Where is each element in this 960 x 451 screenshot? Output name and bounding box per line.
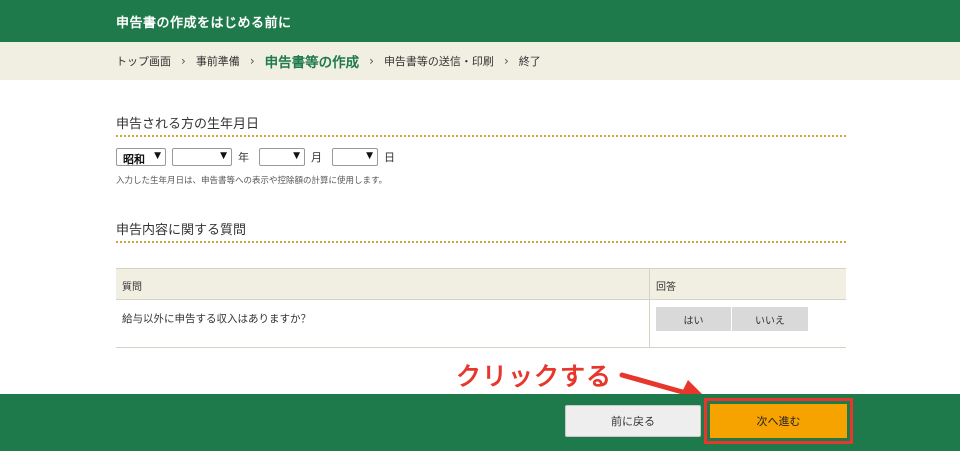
column-header-question: 質問 — [122, 282, 142, 293]
chevron-right-icon: › — [249, 54, 255, 68]
section-divider — [116, 135, 846, 137]
day-unit-label: 日 — [384, 151, 395, 164]
era-select-value: 昭和 — [123, 153, 145, 166]
section-divider — [116, 241, 846, 243]
birthdate-fields: 昭和 ▼ ▼ 年 ▼ 月 ▼ 日 — [116, 148, 405, 166]
era-select[interactable]: 昭和 ▼ — [116, 148, 166, 166]
chevron-right-icon: › — [369, 54, 374, 68]
year-unit-label: 年 — [238, 151, 249, 164]
question-text: 給与以外に申告する収入はありますか？ — [122, 313, 311, 325]
dob-usage-note: 入力した生年月日は、申告書等への表示や控除額の計算に使用します。 — [116, 176, 388, 186]
back-button[interactable]: 前に戻る — [565, 405, 701, 437]
breadcrumb-step-top: トップ画面 — [116, 55, 171, 68]
click-annotation-label: クリックする — [456, 362, 613, 391]
header-bar: 申告書の作成をはじめる前に — [0, 0, 960, 42]
chevron-right-icon: › — [503, 54, 509, 68]
chevron-down-icon: ▼ — [366, 151, 373, 161]
column-header-answer: 回答 — [656, 282, 676, 293]
chevron-down-icon: ▼ — [220, 151, 227, 161]
chevron-down-icon: ▼ — [293, 151, 300, 161]
table-header: 質問 回答 — [116, 269, 846, 300]
answer-no-button[interactable]: いいえ — [732, 307, 808, 331]
month-unit-label: 月 — [311, 151, 322, 164]
next-button[interactable]: 次へ進む — [710, 404, 847, 438]
day-select[interactable]: ▼ — [332, 148, 378, 166]
column-divider — [649, 269, 650, 348]
month-select[interactable]: ▼ — [259, 148, 305, 166]
chevron-down-icon: ▼ — [154, 151, 161, 161]
answer-yes-button[interactable]: はい — [656, 307, 731, 331]
breadcrumb-step-send-print: 申告書等の送信・印刷 — [383, 55, 494, 68]
question-table: 質問 回答 給与以外に申告する収入はありますか？ はい いいえ — [116, 268, 846, 348]
question-section-title: 申告内容に関する質問 — [116, 223, 247, 238]
breadcrumb-step-create-current: 申告書等の作成 — [264, 55, 360, 71]
chevron-right-icon: › — [181, 54, 186, 68]
dob-section-title: 申告される方の生年月日 — [116, 117, 260, 132]
breadcrumb: トップ画面 › 事前準備 › 申告書等の作成 › 申告書等の送信・印刷 › 終了 — [0, 42, 960, 80]
year-select[interactable]: ▼ — [172, 148, 232, 166]
breadcrumb-step-end: 終了 — [518, 55, 541, 68]
page-title: 申告書の作成をはじめる前に — [116, 16, 292, 31]
breadcrumb-step-prep: 事前準備 — [195, 55, 240, 68]
